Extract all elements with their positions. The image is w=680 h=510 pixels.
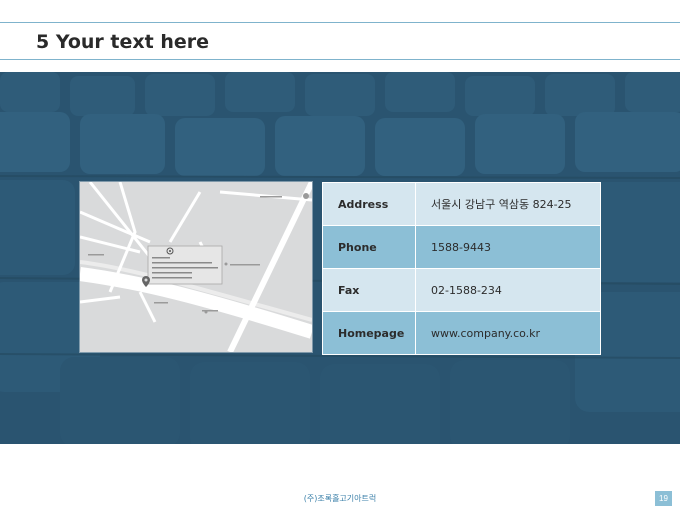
map-graphic [80, 182, 312, 352]
contact-label: Address [322, 182, 416, 226]
contact-value: 02-1588-234 [415, 268, 601, 312]
contact-row-homepage: Homepage www.company.co.kr [322, 311, 601, 355]
contact-value: www.company.co.kr [415, 311, 601, 355]
contact-row-phone: Phone 1588-9443 [322, 225, 601, 269]
contact-value: 서울시 강남구 역삼동 824-25 [415, 182, 601, 226]
page-number: 19 [655, 491, 672, 506]
contact-value: 1588-9443 [415, 225, 601, 269]
contact-label: Homepage [322, 311, 416, 355]
contact-row-fax: Fax 02-1588-234 [322, 268, 601, 312]
title-bar: 5 Your text here [0, 22, 680, 60]
footer-company-name: (주)조록홀고기아트럭 [303, 494, 377, 503]
contact-row-address: Address 서울시 강남구 역삼동 824-25 [322, 182, 601, 226]
page-title: 5 Your text here [36, 31, 210, 53]
location-map[interactable] [80, 182, 312, 352]
contact-label: Phone [322, 225, 416, 269]
contact-info-table: Address 서울시 강남구 역삼동 824-25 Phone 1588-94… [322, 182, 601, 355]
contact-label: Fax [322, 268, 416, 312]
